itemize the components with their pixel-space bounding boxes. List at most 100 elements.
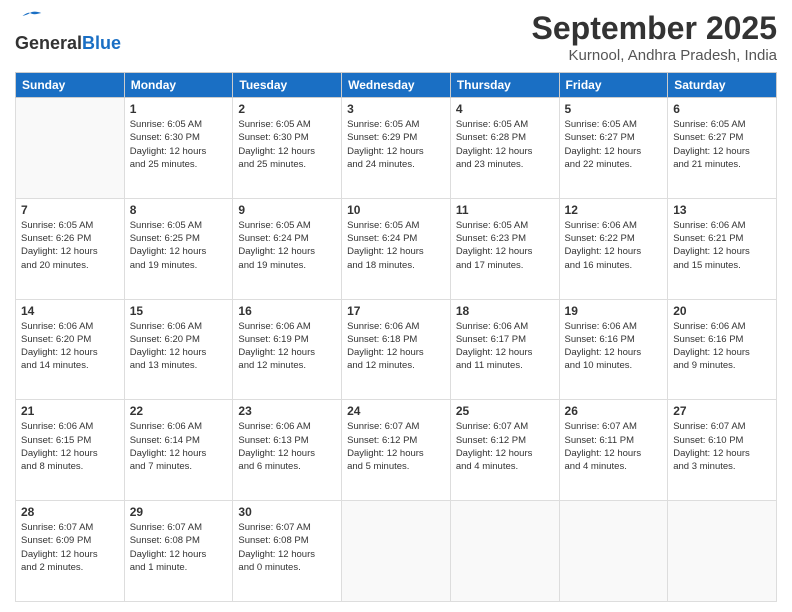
- day-info: Sunrise: 6:07 AM Sunset: 6:12 PM Dayligh…: [456, 420, 554, 473]
- calendar-week-2: 7 Sunrise: 6:05 AM Sunset: 6:26 PM Daylig…: [16, 198, 777, 299]
- day-info: Sunrise: 6:07 AM Sunset: 6:11 PM Dayligh…: [565, 420, 663, 473]
- day-number: 22: [130, 404, 228, 418]
- day-number: 26: [565, 404, 663, 418]
- day-number: 23: [238, 404, 336, 418]
- calendar-cell: [559, 501, 668, 602]
- title-block: September 2025 Kurnool, Andhra Pradesh, …: [532, 10, 777, 64]
- day-number: 10: [347, 203, 445, 217]
- day-info: Sunrise: 6:06 AM Sunset: 6:17 PM Dayligh…: [456, 320, 554, 373]
- calendar-cell: 21 Sunrise: 6:06 AM Sunset: 6:15 PM Dayli…: [16, 400, 125, 501]
- day-info: Sunrise: 6:06 AM Sunset: 6:14 PM Dayligh…: [130, 420, 228, 473]
- calendar-cell: 12 Sunrise: 6:06 AM Sunset: 6:22 PM Dayli…: [559, 198, 668, 299]
- calendar-cell: 7 Sunrise: 6:05 AM Sunset: 6:26 PM Daylig…: [16, 198, 125, 299]
- day-number: 3: [347, 102, 445, 116]
- day-info: Sunrise: 6:07 AM Sunset: 6:08 PM Dayligh…: [130, 521, 228, 574]
- calendar-header-row: SundayMondayTuesdayWednesdayThursdayFrid…: [16, 73, 777, 98]
- calendar-cell: [450, 501, 559, 602]
- calendar-cell: 17 Sunrise: 6:06 AM Sunset: 6:18 PM Dayli…: [342, 299, 451, 400]
- calendar-header-wednesday: Wednesday: [342, 73, 451, 98]
- calendar-cell: [668, 501, 777, 602]
- day-info: Sunrise: 6:05 AM Sunset: 6:28 PM Dayligh…: [456, 118, 554, 171]
- day-number: 13: [673, 203, 771, 217]
- day-number: 21: [21, 404, 119, 418]
- day-info: Sunrise: 6:06 AM Sunset: 6:22 PM Dayligh…: [565, 219, 663, 272]
- logo-general: General: [15, 33, 82, 54]
- calendar-cell: 23 Sunrise: 6:06 AM Sunset: 6:13 PM Dayli…: [233, 400, 342, 501]
- page: General Blue September 2025 Kurnool, And…: [0, 0, 792, 612]
- calendar-cell: 19Sunrise: 6:06 AM Sunset: 6:16 PM Dayli…: [559, 299, 668, 400]
- calendar-cell: 4 Sunrise: 6:05 AM Sunset: 6:28 PM Daylig…: [450, 98, 559, 199]
- day-number: 5: [565, 102, 663, 116]
- day-info: Sunrise: 6:06 AM Sunset: 6:13 PM Dayligh…: [238, 420, 336, 473]
- day-info: Sunrise: 6:06 AM Sunset: 6:19 PM Dayligh…: [238, 320, 336, 373]
- day-info: Sunrise: 6:05 AM Sunset: 6:27 PM Dayligh…: [673, 118, 771, 171]
- day-info: Sunrise: 6:05 AM Sunset: 6:30 PM Dayligh…: [130, 118, 228, 171]
- calendar-cell: 14 Sunrise: 6:06 AM Sunset: 6:20 PM Dayli…: [16, 299, 125, 400]
- day-info: Sunrise: 6:05 AM Sunset: 6:23 PM Dayligh…: [456, 219, 554, 272]
- day-number: 4: [456, 102, 554, 116]
- calendar-cell: 2 Sunrise: 6:05 AM Sunset: 6:30 PM Daylig…: [233, 98, 342, 199]
- main-title: September 2025: [532, 10, 777, 47]
- day-number: 1: [130, 102, 228, 116]
- day-number: 20: [673, 304, 771, 318]
- day-number: 8: [130, 203, 228, 217]
- logo: General Blue: [15, 10, 121, 54]
- day-number: 30: [238, 505, 336, 519]
- calendar-cell: 3Sunrise: 6:05 AM Sunset: 6:29 PM Daylig…: [342, 98, 451, 199]
- calendar-week-1: 1 Sunrise: 6:05 AM Sunset: 6:30 PM Daylig…: [16, 98, 777, 199]
- calendar-cell: 6 Sunrise: 6:05 AM Sunset: 6:27 PM Daylig…: [668, 98, 777, 199]
- calendar-cell: 25 Sunrise: 6:07 AM Sunset: 6:12 PM Dayli…: [450, 400, 559, 501]
- calendar-cell: 24 Sunrise: 6:07 AM Sunset: 6:12 PM Dayli…: [342, 400, 451, 501]
- day-number: 9: [238, 203, 336, 217]
- calendar-header-saturday: Saturday: [668, 73, 777, 98]
- day-number: 12: [565, 203, 663, 217]
- subtitle: Kurnool, Andhra Pradesh, India: [532, 47, 777, 64]
- day-number: 19: [565, 304, 663, 318]
- day-info: Sunrise: 6:05 AM Sunset: 6:26 PM Dayligh…: [21, 219, 119, 272]
- day-number: 2: [238, 102, 336, 116]
- day-info: Sunrise: 6:06 AM Sunset: 6:21 PM Dayligh…: [673, 219, 771, 272]
- day-info: Sunrise: 6:06 AM Sunset: 6:16 PM Dayligh…: [673, 320, 771, 373]
- calendar-cell: 8 Sunrise: 6:05 AM Sunset: 6:25 PM Daylig…: [124, 198, 233, 299]
- day-info: Sunrise: 6:06 AM Sunset: 6:18 PM Dayligh…: [347, 320, 445, 373]
- logo-bird-icon: [15, 10, 45, 28]
- calendar-cell: 28 Sunrise: 6:07 AM Sunset: 6:09 PM Dayli…: [16, 501, 125, 602]
- day-number: 25: [456, 404, 554, 418]
- day-info: Sunrise: 6:06 AM Sunset: 6:15 PM Dayligh…: [21, 420, 119, 473]
- day-number: 16: [238, 304, 336, 318]
- calendar-cell: 22 Sunrise: 6:06 AM Sunset: 6:14 PM Dayli…: [124, 400, 233, 501]
- calendar-cell: 26 Sunrise: 6:07 AM Sunset: 6:11 PM Dayli…: [559, 400, 668, 501]
- header: General Blue September 2025 Kurnool, And…: [15, 10, 777, 64]
- day-info: Sunrise: 6:07 AM Sunset: 6:12 PM Dayligh…: [347, 420, 445, 473]
- day-number: 28: [21, 505, 119, 519]
- day-number: 7: [21, 203, 119, 217]
- calendar-week-5: 28 Sunrise: 6:07 AM Sunset: 6:09 PM Dayli…: [16, 501, 777, 602]
- day-info: Sunrise: 6:07 AM Sunset: 6:09 PM Dayligh…: [21, 521, 119, 574]
- calendar-header-thursday: Thursday: [450, 73, 559, 98]
- calendar-table: SundayMondayTuesdayWednesdayThursdayFrid…: [15, 72, 777, 602]
- calendar-header-tuesday: Tuesday: [233, 73, 342, 98]
- calendar-cell: 13 Sunrise: 6:06 AM Sunset: 6:21 PM Dayli…: [668, 198, 777, 299]
- day-info: Sunrise: 6:05 AM Sunset: 6:30 PM Dayligh…: [238, 118, 336, 171]
- day-number: 14: [21, 304, 119, 318]
- day-number: 17: [347, 304, 445, 318]
- calendar-cell: 18Sunrise: 6:06 AM Sunset: 6:17 PM Dayli…: [450, 299, 559, 400]
- day-info: Sunrise: 6:05 AM Sunset: 6:24 PM Dayligh…: [238, 219, 336, 272]
- day-info: Sunrise: 6:07 AM Sunset: 6:10 PM Dayligh…: [673, 420, 771, 473]
- day-info: Sunrise: 6:06 AM Sunset: 6:20 PM Dayligh…: [130, 320, 228, 373]
- day-info: Sunrise: 6:05 AM Sunset: 6:24 PM Dayligh…: [347, 219, 445, 272]
- day-info: Sunrise: 6:06 AM Sunset: 6:20 PM Dayligh…: [21, 320, 119, 373]
- calendar-cell: [16, 98, 125, 199]
- day-number: 24: [347, 404, 445, 418]
- day-number: 11: [456, 203, 554, 217]
- calendar-cell: 30Sunrise: 6:07 AM Sunset: 6:08 PM Dayli…: [233, 501, 342, 602]
- calendar-cell: 29Sunrise: 6:07 AM Sunset: 6:08 PM Dayli…: [124, 501, 233, 602]
- logo-blue: Blue: [82, 33, 121, 54]
- calendar-cell: [342, 501, 451, 602]
- calendar-header-friday: Friday: [559, 73, 668, 98]
- calendar-week-4: 21 Sunrise: 6:06 AM Sunset: 6:15 PM Dayli…: [16, 400, 777, 501]
- day-info: Sunrise: 6:05 AM Sunset: 6:25 PM Dayligh…: [130, 219, 228, 272]
- calendar-cell: 11 Sunrise: 6:05 AM Sunset: 6:23 PM Dayli…: [450, 198, 559, 299]
- day-number: 6: [673, 102, 771, 116]
- calendar-cell: 1 Sunrise: 6:05 AM Sunset: 6:30 PM Daylig…: [124, 98, 233, 199]
